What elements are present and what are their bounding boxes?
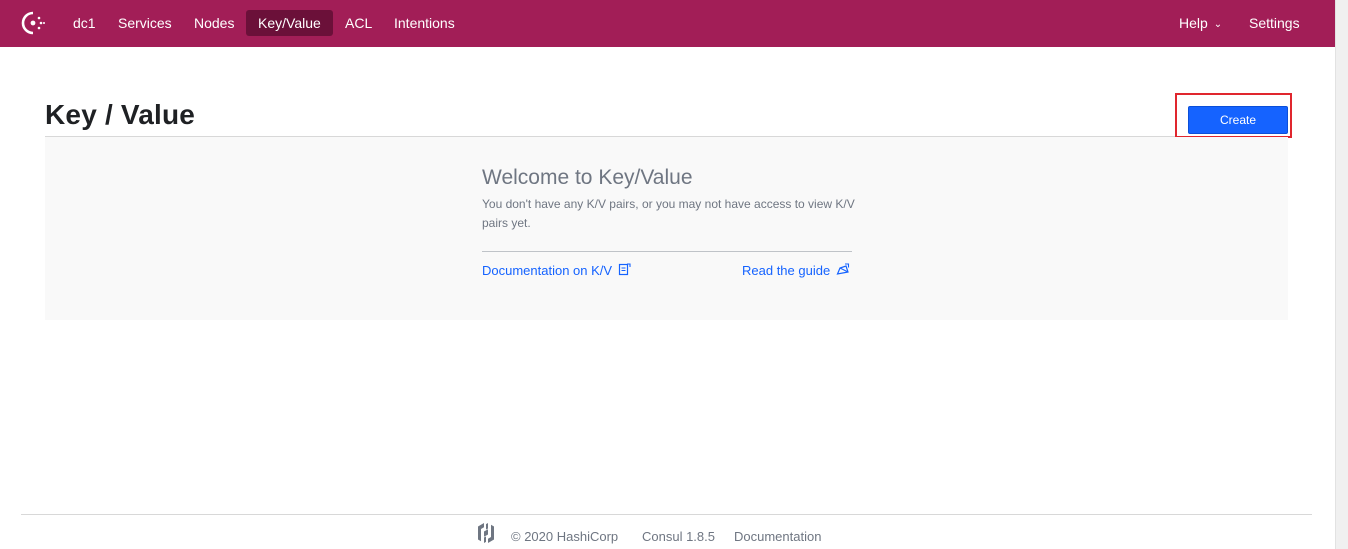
footer-divider xyxy=(21,514,1312,515)
guide-link-label: Read the guide xyxy=(742,263,831,278)
chevron-down-icon: ⌄ xyxy=(1213,19,1223,30)
document-icon xyxy=(618,263,631,276)
documentation-link-label: Documentation on K/V xyxy=(482,263,613,278)
nav-nodes[interactable]: Nodes xyxy=(194,10,234,36)
top-nav: dc1 Services Nodes Key/Value ACL Intenti… xyxy=(0,0,1336,47)
empty-state-divider xyxy=(482,251,852,252)
footer-version: Consul 1.8.5 xyxy=(642,529,715,544)
guide-link[interactable]: Read the guide xyxy=(742,263,850,278)
documentation-link[interactable]: Documentation on K/V xyxy=(482,263,631,278)
create-button[interactable]: Create xyxy=(1188,106,1288,134)
nav-datacenter[interactable]: dc1 xyxy=(73,10,96,36)
consul-logo-icon[interactable] xyxy=(19,10,49,36)
hashicorp-logo-icon[interactable] xyxy=(476,522,496,544)
nav-settings[interactable]: Settings xyxy=(1249,10,1300,36)
footer-copyright: © 2020 HashiCorp xyxy=(511,529,619,544)
empty-state-title: Welcome to Key/Value xyxy=(482,166,693,189)
page-title: Key / Value xyxy=(45,99,196,130)
help-menu[interactable]: Help ⌄ xyxy=(1179,10,1222,36)
guide-icon xyxy=(836,263,850,275)
nav-intentions[interactable]: Intentions xyxy=(394,10,455,36)
nav-services[interactable]: Services xyxy=(118,10,172,36)
scrollbar[interactable] xyxy=(1335,0,1348,549)
nav-acl[interactable]: ACL xyxy=(345,10,372,36)
nav-key-value[interactable]: Key/Value xyxy=(246,10,333,36)
footer-documentation-link[interactable]: Documentation xyxy=(734,529,821,544)
empty-state-body: You don't have any K/V pairs, or you may… xyxy=(482,197,855,230)
help-label: Help xyxy=(1179,15,1208,31)
